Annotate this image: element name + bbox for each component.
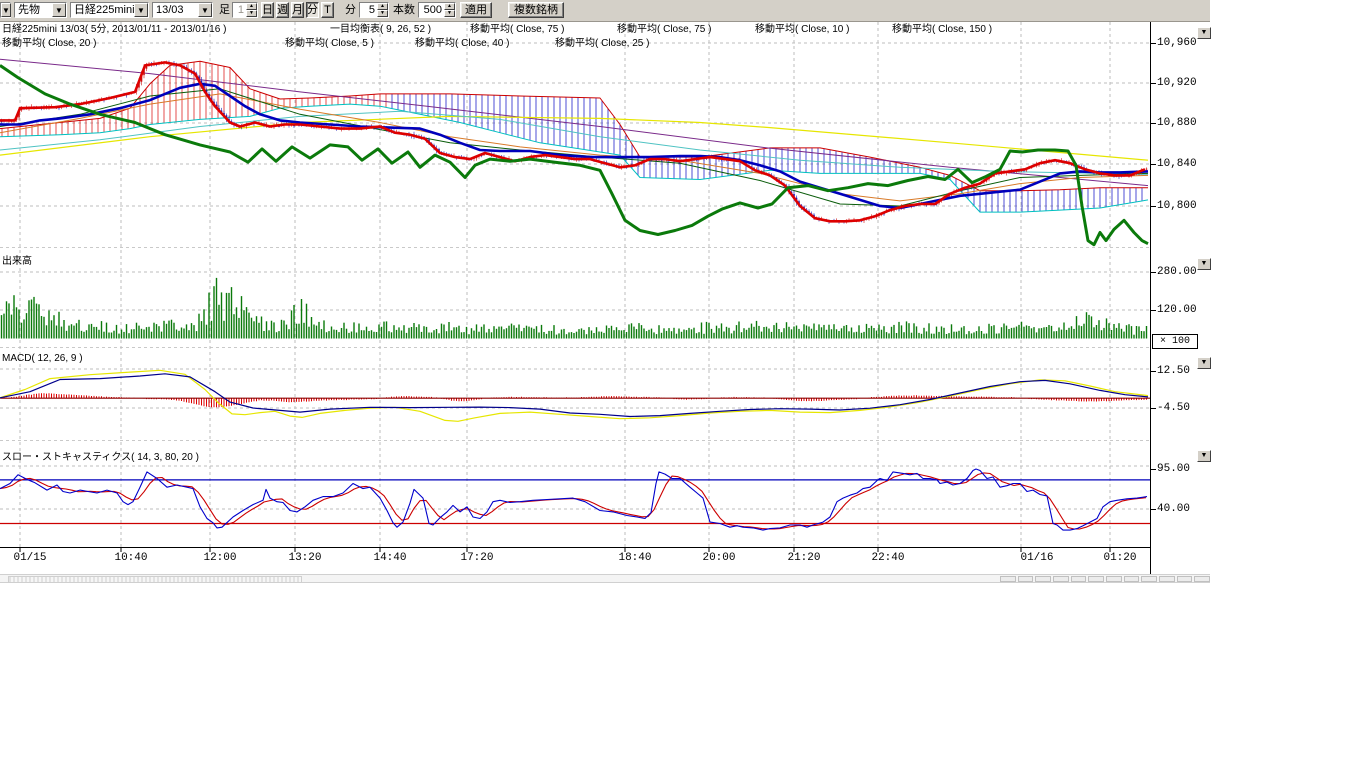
main-pane-menu-button[interactable]: ▼ [1197,27,1211,39]
market-select-value: 先物 [15,3,52,17]
legend-ma40: 移動平均( Close, 40 ) [415,38,509,50]
chevron-down-icon[interactable]: ▼ [198,3,212,17]
chart-area: 日経225mini 13/03( 5分, 2013/01/11 - 2013/0… [0,22,1366,768]
price-tick-label: 10,840 [1157,158,1217,170]
contract-select-value: 13/03 [153,3,198,17]
time-label: 01/15 [2,552,58,564]
volume-bars [2,278,1147,339]
toolbar: ▼ 先物▼ 日経225mini▼ 13/03▼ 足 1▲▼ 日 週 月 分 T … [0,0,1210,22]
chevron-down-icon[interactable]: ▼ [134,3,148,17]
chart-canvas[interactable] [0,22,1150,553]
chevron-down-icon: ▼ [1201,452,1208,459]
legend-ma20: 移動平均( Close, 20 ) [2,38,96,50]
macd-lines [0,370,1150,421]
trading-app-window: ▼ 先物▼ 日経225mini▼ 13/03▼ 足 1▲▼ 日 週 月 分 T … [0,0,1366,768]
chevron-down-icon: ▼ [1201,260,1208,267]
candles [1,61,1148,224]
stochastics [0,469,1150,530]
spinner-arrows-icon[interactable]: ▲▼ [444,3,455,17]
count-label: 本数 [393,2,415,18]
timeframe-tick-button[interactable]: T [321,2,334,18]
apply-button[interactable]: 適用 [460,2,492,18]
stoch-pane-menu-button[interactable]: ▼ [1197,450,1211,462]
market-select[interactable]: 先物▼ [14,2,67,18]
chevron-down-icon[interactable]: ▼ [1,3,11,17]
minute-label: 分 [345,2,356,18]
bar-interval-value: 1 [233,3,246,17]
chevron-down-icon: ▼ [1201,359,1208,366]
time-label: 10:40 [103,552,159,564]
chart-title: 日経225mini 13/03( 5分, 2013/01/11 - 2013/0… [2,24,226,36]
spinner-arrows-icon[interactable]: ▲▼ [246,3,257,17]
time-label: 13:20 [277,552,333,564]
legend-ichimoku: 一目均衡表( 9, 26, 52 ) [330,24,431,36]
symbol-select-value: 日経225mini [71,3,134,17]
time-label: 12:00 [192,552,248,564]
multi-symbol-button[interactable]: 複数銘柄 [508,2,564,18]
count-value: 500 [419,3,444,17]
chevron-down-icon[interactable]: ▼ [52,3,66,17]
legend-ma150: 移動平均( Close, 150 ) [892,24,992,36]
time-label: 21:20 [776,552,832,564]
minute-stepper[interactable]: 5▲▼ [359,2,389,18]
price-axis-line [1150,22,1151,579]
macd-pane-menu-button[interactable]: ▼ [1197,357,1211,369]
volume-pane-label: 出来高 [2,252,32,267]
time-label: 22:40 [860,552,916,564]
timeframe-minute-button[interactable]: 分 [306,2,319,18]
time-label: 01:20 [1092,552,1148,564]
volume-multiplier-badge: × 100 [1152,334,1198,349]
edge-combo-stub[interactable]: ▼ [0,2,11,18]
time-label: 18:40 [607,552,663,564]
legend-ma25: 移動平均( Close, 25 ) [555,38,649,50]
price-overlays [0,62,1148,244]
stoch-pane-label: スロー・ストキャスティクス( 14, 3, 80, 20 ) [2,448,199,463]
legend-ma75b: 移動平均( Close, 75 ) [617,24,711,36]
timeframe-month-button[interactable]: 月 [291,2,304,18]
contract-select[interactable]: 13/03▼ [152,2,213,18]
bar-label: 足 [219,2,230,18]
spinner-arrows-icon[interactable]: ▲▼ [377,3,388,17]
chevron-down-icon: ▼ [1201,29,1208,36]
time-label: 01/16 [1009,552,1065,564]
volume-pane-menu-button[interactable]: ▼ [1197,258,1211,270]
horizontal-scrollbar[interactable] [0,574,1210,583]
symbol-select[interactable]: 日経225mini▼ [70,2,149,18]
scrollbar-thumb[interactable] [8,576,302,583]
time-label: 17:20 [449,552,505,564]
legend-ma5: 移動平均( Close, 5 ) [285,38,374,50]
scrollbar-segments [1000,576,1210,582]
price-tick-label: 10,920 [1157,77,1217,89]
stoch-tick-label: 95.00 [1157,463,1217,475]
price-tick-label: 10,880 [1157,117,1217,129]
price-tick-label: 10,800 [1157,200,1217,212]
timeframe-day-button[interactable]: 日 [261,2,274,18]
count-stepper[interactable]: 500▲▼ [418,2,456,18]
time-axis [0,547,1150,552]
volume-tick-label: 120.00 [1157,304,1217,316]
time-label: 14:40 [362,552,418,564]
macd-histogram [2,393,1147,407]
minute-value: 5 [360,3,377,17]
stoch-tick-label: 40.00 [1157,503,1217,515]
time-label: 20:00 [691,552,747,564]
legend-ma10: 移動平均( Close, 10 ) [755,24,849,36]
bar-interval-stepper[interactable]: 1▲▼ [232,2,258,18]
macd-pane-label: MACD( 12, 26, 9 ) [2,353,83,364]
legend-ma75: 移動平均( Close, 75 ) [470,24,564,36]
macd-tick-label: -4.50 [1157,402,1217,414]
timeframe-week-button[interactable]: 週 [276,2,289,18]
